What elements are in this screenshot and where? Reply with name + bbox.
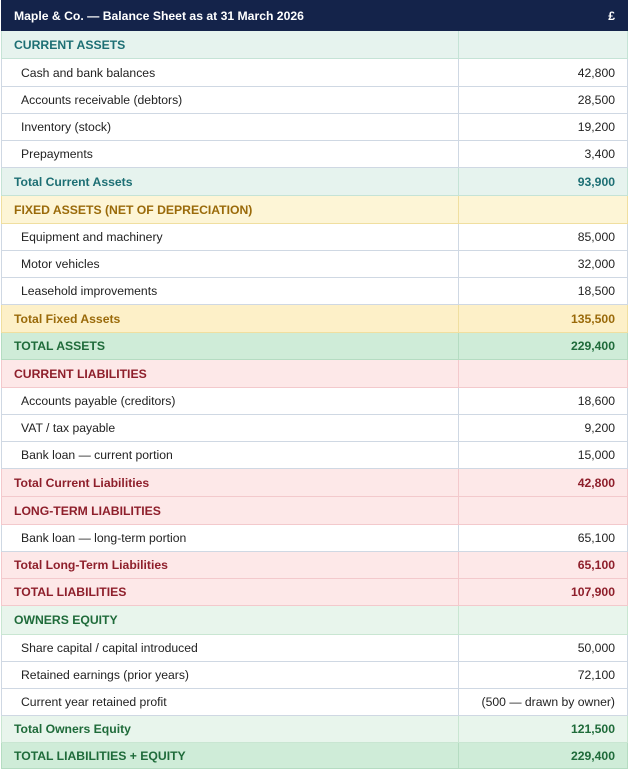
line-item-label[interactable]: Leasehold improvements [1,277,459,305]
section-header-amount[interactable] [458,496,628,525]
subtotal-row: Total Owners Equity 121,500 [1,715,628,743]
subtotal-label[interactable]: Total Fixed Assets [1,304,459,333]
title-row: Maple & Co. — Balance Sheet as at 31 Mar… [1,0,628,31]
line-item-label[interactable]: Bank loan — current portion [1,441,459,469]
subtotal-label[interactable]: Total Owners Equity [1,715,459,743]
line-item-amount[interactable]: 32,000 [458,250,628,278]
section-header-row: LONG-TERM LIABILITIES [1,496,628,525]
section-header-label[interactable]: CURRENT LIABILITIES [1,359,459,388]
line-item-label[interactable]: Bank loan — long-term portion [1,524,459,552]
line-item-row: Accounts payable (creditors) 18,600 [1,387,628,415]
line-item-row: Retained earnings (prior years) 72,100 [1,661,628,689]
line-item-row: Current year retained profit (500 — drawn… [1,688,628,716]
line-item-amount[interactable]: 19,200 [458,113,628,141]
sheet-title[interactable]: Maple & Co. — Balance Sheet as at 31 Mar… [1,0,459,31]
line-item-amount[interactable]: 9,200 [458,414,628,442]
section-header-label[interactable]: CURRENT ASSETS [1,30,459,59]
subtotal-label[interactable]: Total Long-Term Liabilities [1,551,459,579]
subtotal-label[interactable]: Total Current Assets [1,167,459,196]
currency-header[interactable]: £ [458,0,628,31]
grand-total-amount[interactable]: 229,400 [458,742,628,769]
line-item-row: Inventory (stock) 19,200 [1,113,628,141]
subtotal-row: Total Current Assets 93,900 [1,167,628,196]
section-header-row: FIXED ASSETS (NET OF DEPRECIATION) [1,195,628,224]
section-header-amount[interactable] [458,359,628,388]
line-item-row: Accounts receivable (debtors) 28,500 [1,86,628,114]
line-item-amount[interactable]: 42,800 [458,58,628,87]
grand-total-label[interactable]: TOTAL LIABILITIES + EQUITY [1,742,459,769]
section-header-label[interactable]: LONG-TERM LIABILITIES [1,496,459,525]
subtotal-amount[interactable]: 121,500 [458,715,628,743]
line-item-amount[interactable]: 28,500 [458,86,628,114]
line-item-amount[interactable]: 18,500 [458,277,628,305]
line-item-label[interactable]: Retained earnings (prior years) [1,661,459,689]
subtotal-label[interactable]: Total Current Liabilities [1,468,459,497]
line-item-amount[interactable]: 85,000 [458,223,628,251]
grand-total-row: TOTAL LIABILITIES 107,900 [1,578,628,606]
grand-total-amount[interactable]: 107,900 [458,578,628,606]
line-item-amount[interactable]: 50,000 [458,634,628,662]
line-item-label[interactable]: Inventory (stock) [1,113,459,141]
subtotal-row: Total Current Liabilities 42,800 [1,468,628,497]
line-item-amount[interactable]: 65,100 [458,524,628,552]
line-item-row: Bank loan — long-term portion 65,100 [1,524,628,552]
grand-total-row: TOTAL ASSETS 229,400 [1,332,628,360]
line-item-amount[interactable]: 72,100 [458,661,628,689]
line-item-amount[interactable]: 18,600 [458,387,628,415]
balance-sheet-table: Maple & Co. — Balance Sheet as at 31 Mar… [1,0,628,769]
line-item-amount[interactable]: (500 — drawn by owner) [458,688,628,716]
line-item-amount[interactable]: 3,400 [458,140,628,168]
line-item-row: Motor vehicles 32,000 [1,250,628,278]
grand-total-amount[interactable]: 229,400 [458,332,628,360]
line-item-label[interactable]: Share capital / capital introduced [1,634,459,662]
line-item-row: Bank loan — current portion 15,000 [1,441,628,469]
grand-total-row: TOTAL LIABILITIES + EQUITY 229,400 [1,742,628,769]
subtotal-row: Total Long-Term Liabilities 65,100 [1,551,628,579]
subtotal-amount[interactable]: 93,900 [458,167,628,196]
line-item-label[interactable]: Accounts payable (creditors) [1,387,459,415]
line-item-row: Equipment and machinery 85,000 [1,223,628,251]
line-item-label[interactable]: Cash and bank balances [1,58,459,87]
subtotal-amount[interactable]: 42,800 [458,468,628,497]
section-header-row: OWNERS EQUITY [1,605,628,635]
line-item-row: Leasehold improvements 18,500 [1,277,628,305]
subtotal-row: Total Fixed Assets 135,500 [1,304,628,333]
line-item-row: Share capital / capital introduced 50,000 [1,634,628,662]
line-item-row: VAT / tax payable 9,200 [1,414,628,442]
line-item-amount[interactable]: 15,000 [458,441,628,469]
section-header-row: CURRENT LIABILITIES [1,359,628,388]
section-header-amount[interactable] [458,605,628,635]
section-header-label[interactable]: OWNERS EQUITY [1,605,459,635]
grand-total-label[interactable]: TOTAL ASSETS [1,332,459,360]
line-item-label[interactable]: Current year retained profit [1,688,459,716]
line-item-label[interactable]: Equipment and machinery [1,223,459,251]
line-item-label[interactable]: Motor vehicles [1,250,459,278]
section-header-amount[interactable] [458,195,628,224]
line-item-row: Prepayments 3,400 [1,140,628,168]
grand-total-label[interactable]: TOTAL LIABILITIES [1,578,459,606]
subtotal-amount[interactable]: 65,100 [458,551,628,579]
section-header-row: CURRENT ASSETS [1,30,628,59]
section-header-amount[interactable] [458,30,628,59]
line-item-label[interactable]: VAT / tax payable [1,414,459,442]
line-item-label[interactable]: Accounts receivable (debtors) [1,86,459,114]
line-item-label[interactable]: Prepayments [1,140,459,168]
line-item-row: Cash and bank balances 42,800 [1,58,628,87]
section-header-label[interactable]: FIXED ASSETS (NET OF DEPRECIATION) [1,195,459,224]
subtotal-amount[interactable]: 135,500 [458,304,628,333]
